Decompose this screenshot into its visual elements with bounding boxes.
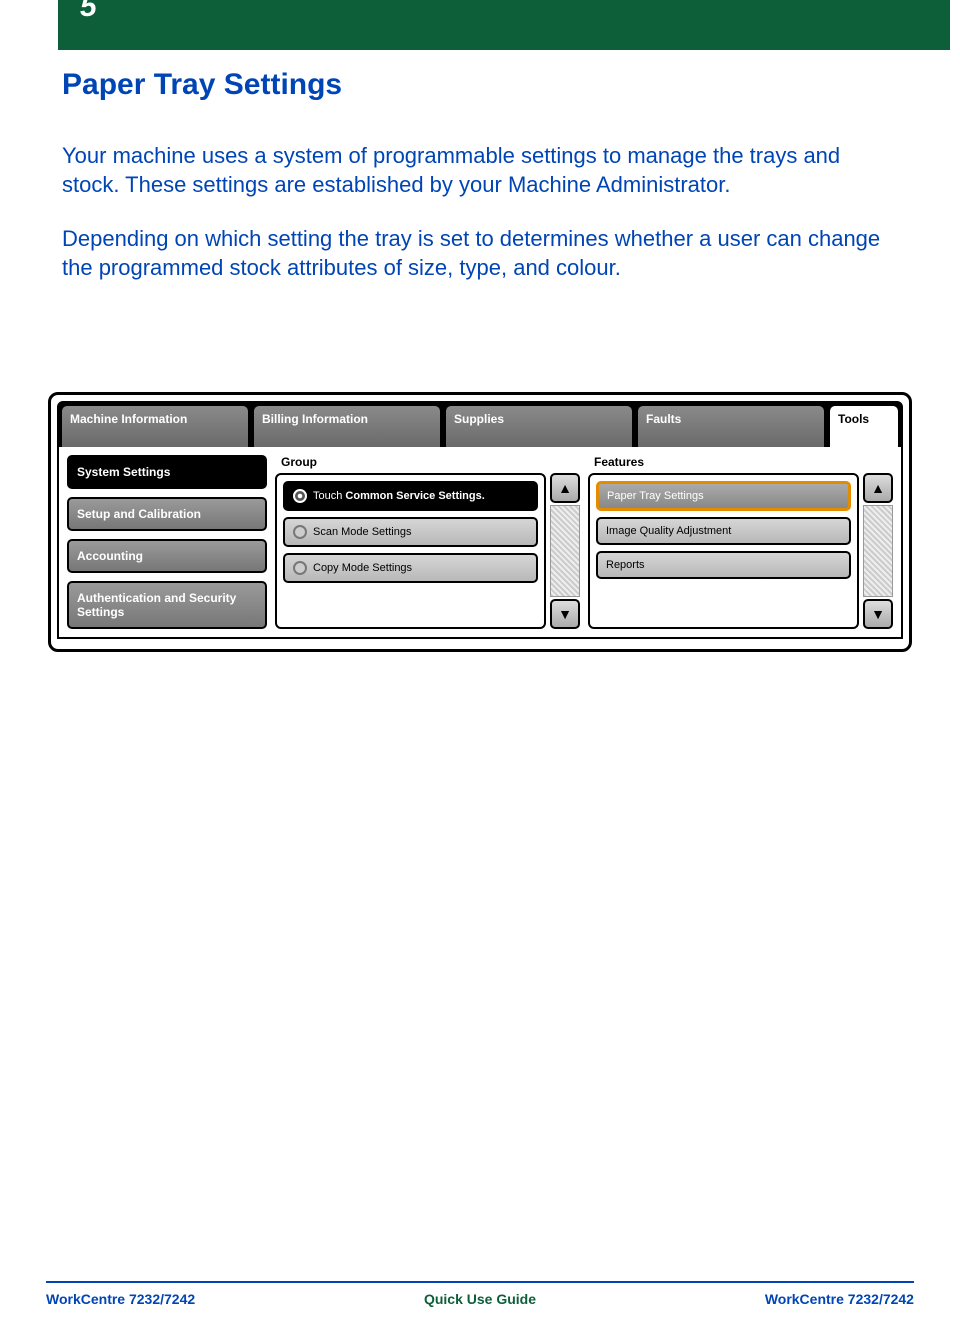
tab-faults[interactable]: Faults bbox=[637, 405, 825, 447]
btn-accounting[interactable]: Accounting bbox=[67, 539, 267, 573]
scroll-down-button[interactable]: ▼ bbox=[863, 599, 893, 629]
scroll-up-button[interactable]: ▲ bbox=[550, 473, 580, 503]
paragraph-1: Your machine uses a system of programmab… bbox=[62, 142, 900, 199]
touchscreen-panel: Machine Information Billing Information … bbox=[48, 392, 912, 652]
group-item-common-service-settings[interactable]: Touch Common Service Settings. bbox=[283, 481, 538, 511]
left-column: System Settings Setup and Calibration Ac… bbox=[67, 455, 267, 629]
item-label: Scan Mode Settings bbox=[313, 526, 411, 538]
group-list: Touch Common Service Settings. Scan Mode… bbox=[275, 473, 546, 629]
body-text: Your machine uses a system of programmab… bbox=[62, 142, 900, 282]
features-scrollbar: ▲ ▼ bbox=[863, 473, 893, 629]
btn-authentication-security[interactable]: Authentication and Security Settings bbox=[67, 581, 267, 629]
group-header: Group bbox=[275, 455, 580, 473]
group-item-copy-mode-settings[interactable]: Copy Mode Settings bbox=[283, 553, 538, 583]
features-item-image-quality-adjustment[interactable]: Image Quality Adjustment bbox=[596, 517, 851, 545]
features-item-reports[interactable]: Reports bbox=[596, 551, 851, 579]
footer-center: Quick Use Guide bbox=[424, 1291, 536, 1307]
radio-icon bbox=[293, 489, 307, 503]
tab-bar: Machine Information Billing Information … bbox=[57, 401, 903, 447]
paragraph-2: Depending on which setting the tray is s… bbox=[62, 225, 900, 282]
features-item-paper-tray-settings[interactable]: Paper Tray Settings bbox=[596, 481, 851, 511]
group-column: Group Touch Common Service Settings. Sca… bbox=[275, 455, 580, 629]
scroll-track[interactable] bbox=[550, 505, 580, 597]
tab-billing-information[interactable]: Billing Information bbox=[253, 405, 441, 447]
radio-icon bbox=[293, 525, 307, 539]
item-label: Copy Mode Settings bbox=[313, 562, 412, 574]
group-scrollbar: ▲ ▼ bbox=[550, 473, 580, 629]
btn-setup-and-calibration[interactable]: Setup and Calibration bbox=[67, 497, 267, 531]
features-column: Features Paper Tray Settings Image Quali… bbox=[588, 455, 893, 629]
header-bar: 5 bbox=[58, 0, 950, 50]
item-label: Touch Common Service Settings. bbox=[313, 490, 485, 502]
footer: WorkCentre 7232/7242 Quick Use Guide Wor… bbox=[46, 1281, 914, 1307]
features-list: Paper Tray Settings Image Quality Adjust… bbox=[588, 473, 859, 629]
footer-left: WorkCentre 7232/7242 bbox=[46, 1291, 195, 1307]
page-number: 5 bbox=[80, 0, 97, 24]
footer-right: WorkCentre 7232/7242 bbox=[765, 1291, 914, 1307]
item-label: Reports bbox=[606, 559, 645, 571]
group-item-scan-mode-settings[interactable]: Scan Mode Settings bbox=[283, 517, 538, 547]
tab-tools[interactable]: Tools bbox=[829, 405, 899, 447]
scroll-down-button[interactable]: ▼ bbox=[550, 599, 580, 629]
scroll-track[interactable] bbox=[863, 505, 893, 597]
btn-system-settings[interactable]: System Settings bbox=[67, 455, 267, 489]
page-title: Paper Tray Settings bbox=[62, 68, 960, 102]
item-label: Image Quality Adjustment bbox=[606, 525, 731, 537]
features-header: Features bbox=[588, 455, 893, 473]
tab-machine-information[interactable]: Machine Information bbox=[61, 405, 249, 447]
scroll-up-button[interactable]: ▲ bbox=[863, 473, 893, 503]
item-label: Paper Tray Settings bbox=[607, 490, 704, 502]
radio-icon bbox=[293, 561, 307, 575]
tab-supplies[interactable]: Supplies bbox=[445, 405, 633, 447]
